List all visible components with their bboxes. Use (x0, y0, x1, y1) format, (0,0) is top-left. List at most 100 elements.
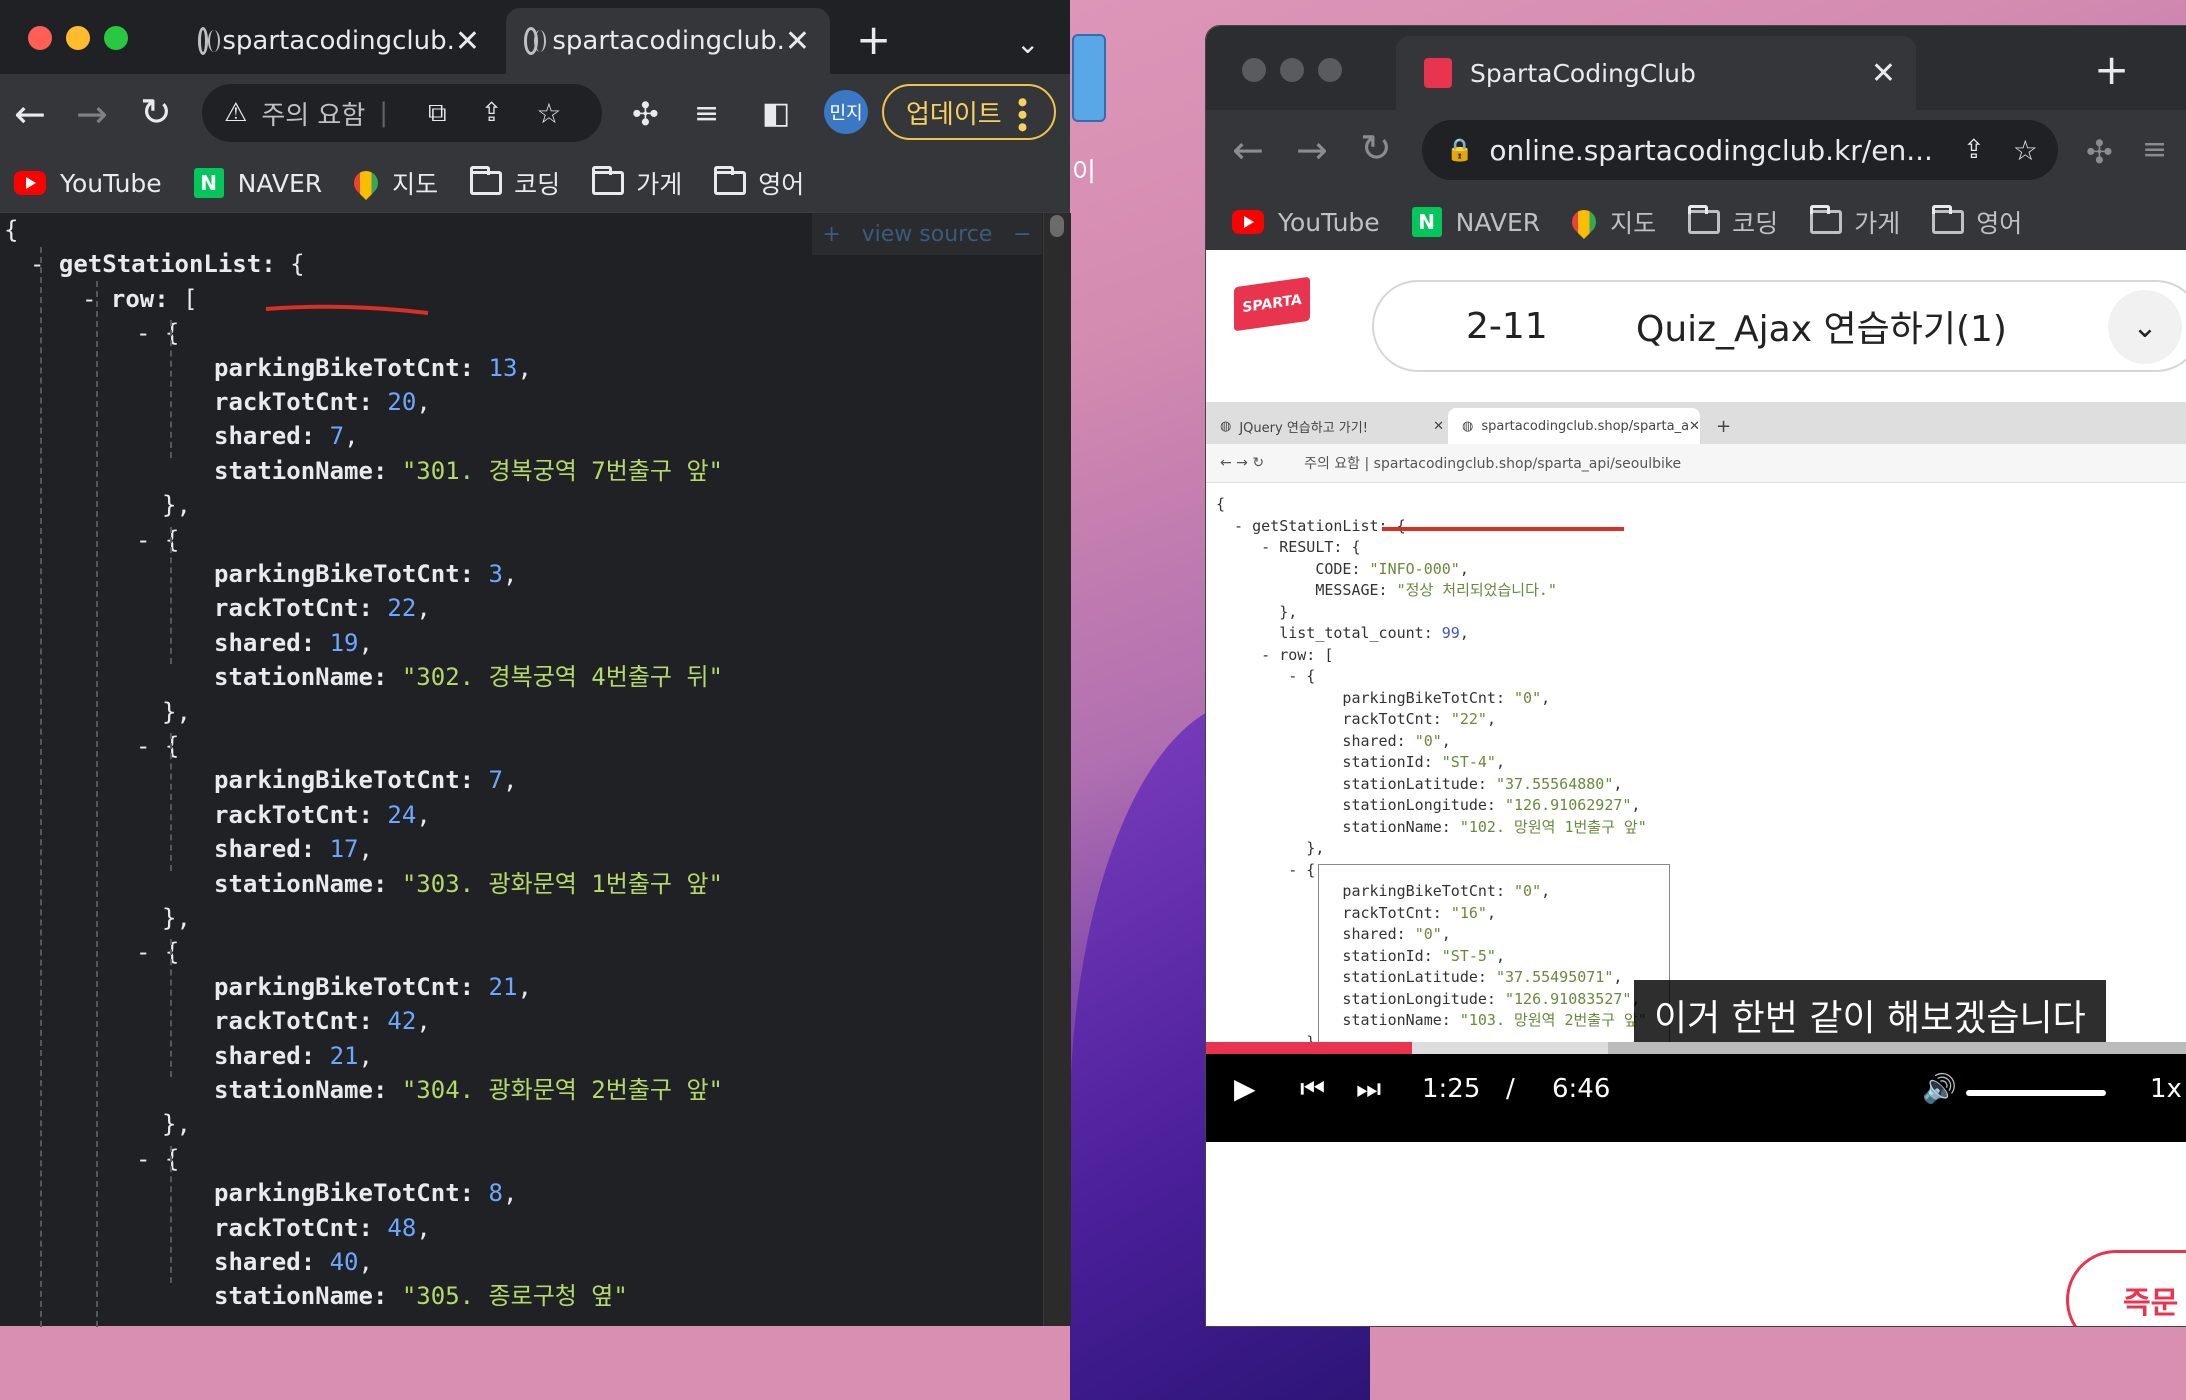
skip-forward-icon[interactable]: ⏭ (1356, 1072, 1381, 1106)
maps-icon (1567, 205, 1602, 239)
video-json-line: list_total_count: 99, (1216, 624, 1469, 642)
json-field: stationName: "303. 광화문역 1번출구 앞" (214, 869, 723, 898)
extensions-puzzle-icon[interactable]: ✣ (632, 94, 659, 134)
volume-slider[interactable] (1966, 1090, 2106, 1096)
folder-icon (592, 166, 625, 195)
lesson-selector[interactable]: 2-11 Quiz_Ajax 연습하기(1) ⌄ (1372, 280, 2186, 372)
desktop-folder-icon[interactable] (1072, 34, 1106, 122)
maximize-window-button[interactable] (1318, 58, 1342, 82)
share-icon[interactable]: ⇪ (481, 98, 503, 128)
address-bar[interactable]: ⚠ 주의 요함 | ⧉ ⇪ ☆ (202, 84, 602, 142)
bookmark-youtube[interactable]: YouTube (14, 169, 162, 198)
close-tab-icon: ✕ (1433, 418, 1444, 434)
media-queue-icon[interactable]: ≡ (694, 94, 719, 134)
collapse-toggle[interactable]: - (136, 1145, 165, 1173)
bookmark-label: 영어 (758, 170, 805, 199)
menu-dots-icon[interactable]: ••• (1005, 94, 1038, 132)
expand-all-button[interactable]: + (822, 222, 840, 247)
extensions-puzzle-icon[interactable]: ✣ (2086, 132, 2113, 172)
close-tab-icon[interactable]: ✕ (455, 24, 480, 59)
json-field: stationName: "305. 종로구청 옆" (214, 1282, 628, 1311)
media-queue-icon[interactable]: ≡ (2142, 130, 2167, 170)
playback-speed[interactable]: 1x (2150, 1074, 2182, 1104)
video-json-line: - RESULT: { (1216, 538, 1361, 556)
bookmark-folder-store[interactable]: 가게 (592, 165, 682, 201)
video-duration: 6:46 (1552, 1074, 1611, 1104)
profile-avatar[interactable]: 민지 (824, 90, 868, 134)
json-field: shared: 17, (214, 835, 373, 864)
lecture-page: SPARTA 2-11 Quiz_Ajax 연습하기(1) ⌄ ◍ JQuery … (1206, 250, 2186, 1326)
bookmark-naver[interactable]: N NAVER (193, 168, 322, 198)
current-time: 1:25 (1422, 1074, 1481, 1104)
collapse-toggle[interactable]: - (136, 732, 165, 760)
share-icon[interactable]: ⇪ (1963, 135, 1985, 165)
play-icon[interactable]: ▶ (1234, 1072, 1256, 1105)
collapse-toggle[interactable]: - (136, 938, 165, 966)
tab-sparta-active[interactable]: SpartaCodingClub ✕ (1396, 36, 1916, 110)
bookmark-folder-english[interactable]: 영어 (714, 165, 804, 201)
address-bar[interactable]: 🔒 online.spartacodingclub.kr/en... ⇪ ☆ (1422, 120, 2058, 180)
collapse-toggle[interactable]: - (136, 319, 165, 347)
close-window-button[interactable] (28, 26, 52, 50)
bookmark-star-icon[interactable]: ☆ (536, 97, 561, 130)
bookmark-folder-coding[interactable]: 코딩 (470, 165, 560, 201)
forward-arrow-icon[interactable]: → (76, 94, 108, 134)
tab-2-active[interactable]: spartacodingclub. ✕ (506, 8, 830, 74)
video-json-line: }, (1216, 839, 1325, 857)
vertical-scrollbar[interactable] (1043, 213, 1071, 1326)
minimize-window-button[interactable] (1280, 58, 1304, 82)
bookmark-maps[interactable]: 지도 (1567, 204, 1656, 240)
reload-icon[interactable]: ↻ (140, 92, 172, 132)
bookmark-youtube[interactable]: YouTube (1232, 208, 1380, 237)
sparta-logo[interactable]: SPARTA (1234, 276, 1310, 332)
json-row-close: }, (162, 697, 191, 726)
collapse-toggle[interactable]: - (30, 250, 59, 278)
video-browser-tabs: ◍ JQuery 연습하고 가기! ✕ ◍ spartacodingclub.shop… (1206, 402, 2186, 444)
back-arrow-icon[interactable]: ← (14, 94, 46, 134)
minimize-window-button[interactable] (66, 26, 90, 50)
bookmark-star-icon[interactable]: ☆ (2013, 134, 2038, 167)
maximize-window-button[interactable] (104, 26, 128, 50)
back-arrow-icon[interactable]: ← (1232, 130, 1264, 170)
video-player[interactable]: ◍ JQuery 연습하고 가기! ✕ ◍ spartacodingclub.shop… (1206, 402, 2186, 1142)
side-panel-icon[interactable]: ◧ (762, 94, 790, 134)
indent-guide (170, 526, 172, 665)
video-json-line: - { (1216, 667, 1316, 685)
address-separator: | (379, 98, 389, 128)
video-json-line: stationName: "102. 망원역 1번출구 앞" (1216, 817, 1647, 836)
scrollbar-thumb[interactable] (1050, 215, 1064, 237)
tab-search-chevron-icon[interactable]: ⌄ (1016, 24, 1039, 64)
collapse-toggle[interactable]: - (136, 526, 165, 554)
chevron-down-icon[interactable]: ⌄ (2108, 290, 2182, 364)
json-open-brace: { (4, 216, 19, 244)
view-source-link[interactable]: view source (862, 222, 993, 247)
video-json-line: stationLongitude: "126.91062927", (1216, 796, 1641, 814)
globe-icon: ◍ (1462, 418, 1474, 434)
new-tab-button[interactable]: + (2094, 49, 2129, 91)
tab-1[interactable]: spartacodingclub. ✕ (180, 8, 500, 74)
skip-back-icon[interactable]: ⏮ (1300, 1072, 1325, 1106)
reload-icon[interactable]: ↻ (1360, 128, 1392, 168)
bookmark-folder-english[interactable]: 영어 (1932, 204, 2022, 240)
bookmark-maps[interactable]: 지도 (349, 165, 438, 201)
folder-icon (1810, 205, 1843, 234)
ask-question-button[interactable]: 즉문 (2066, 1250, 2186, 1326)
update-button[interactable]: 업데이트 ••• (882, 84, 1056, 140)
view-source-bar[interactable]: + view source − (812, 213, 1042, 255)
bookmark-naver[interactable]: N NAVER (1411, 207, 1540, 237)
video-progress-bar[interactable] (1206, 1042, 2186, 1054)
translate-icon[interactable]: ⧉ (428, 98, 447, 129)
bookmark-folder-store[interactable]: 가게 (1810, 204, 1900, 240)
close-tab-icon[interactable]: ✕ (785, 24, 810, 59)
close-tab-icon[interactable]: ✕ (1871, 56, 1896, 91)
video-tab-2: ◍ spartacodingclub.shop/sparta_a ✕ (1448, 408, 1700, 444)
json-row-close: }, (162, 904, 191, 932)
new-tab-button[interactable]: + (856, 19, 891, 61)
forward-arrow-icon[interactable]: → (1296, 130, 1328, 170)
volume-icon[interactable]: 🔊 (1922, 1072, 1957, 1105)
close-window-button[interactable] (1242, 58, 1266, 82)
bookmark-folder-coding[interactable]: 코딩 (1688, 204, 1778, 240)
video-nav-icons: ← → ↻ (1220, 455, 1265, 471)
collapse-all-button[interactable]: − (1013, 222, 1031, 247)
sparta-favicon-icon (1424, 58, 1452, 88)
